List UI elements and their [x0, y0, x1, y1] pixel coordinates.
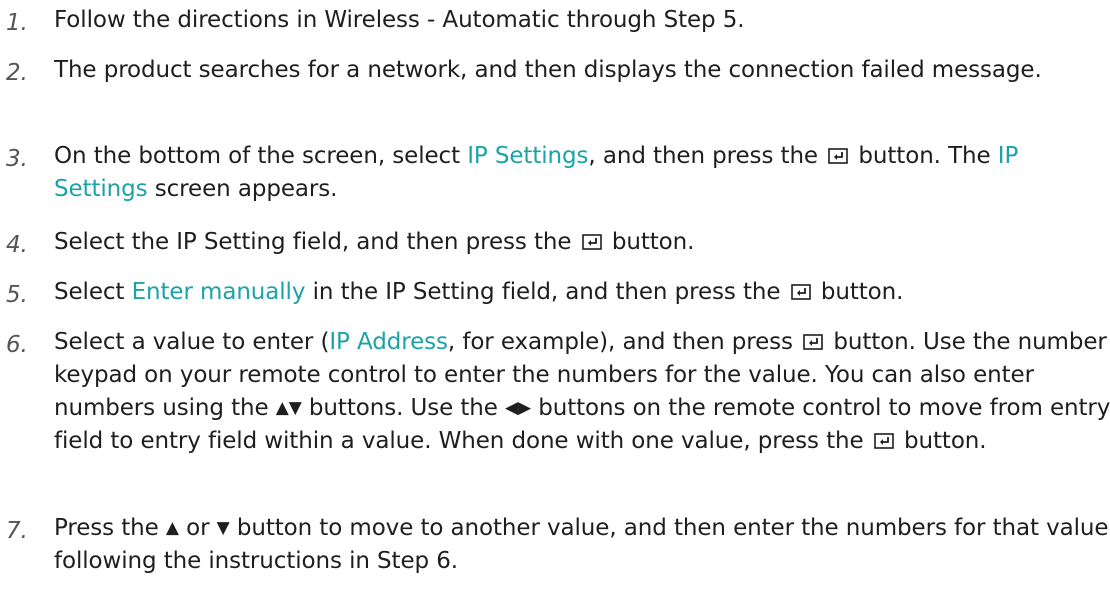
step-number: 3. — [6, 146, 28, 172]
highlight-term: IP Address — [329, 329, 448, 355]
down-arrow-icon: ▼ — [216, 518, 230, 538]
step-text: button. — [604, 229, 695, 255]
step-text: or — [178, 515, 217, 541]
step-text: On the bottom of the screen, select — [54, 143, 468, 169]
step-text: button. The — [851, 143, 998, 169]
step-text: screen appears. — [147, 176, 338, 202]
step-text: The product searches for a network, and … — [54, 57, 1042, 83]
step-number: 1. — [6, 10, 28, 36]
step-text: Select — [54, 279, 132, 305]
step-3: 3. On the bottom of the screen, select I… — [0, 140, 1110, 206]
step-text: button. — [896, 428, 987, 454]
step-4: 4. Select the IP Setting field, and then… — [0, 226, 694, 259]
up-down-arrows-icon: ▲▼ — [275, 398, 302, 418]
enter-button-icon — [581, 234, 602, 250]
step-text: Press the — [54, 515, 166, 541]
enter-button-icon — [873, 433, 894, 449]
step-number: 2. — [6, 60, 28, 86]
step-text: in the IP Setting field, and then press … — [305, 279, 788, 305]
highlight-term: Enter manually — [131, 279, 306, 305]
enter-button-icon — [803, 334, 823, 350]
enter-button-icon — [828, 148, 849, 164]
step-text: Select the IP Setting field, and then pr… — [54, 229, 579, 255]
highlight-term: IP Settings — [467, 143, 589, 169]
up-arrow-icon: ▲ — [165, 518, 179, 538]
step-number: 7. — [6, 518, 28, 544]
step-text: Follow the directions in Wireless - Auto… — [54, 7, 745, 33]
step-1: 1. Follow the directions in Wireless - A… — [0, 4, 745, 37]
step-text: button. — [813, 279, 904, 305]
step-number: 4. — [6, 232, 28, 258]
step-2: 2. The product searches for a network, a… — [0, 54, 1064, 87]
step-text: , for example), and then press — [447, 329, 801, 355]
step-5: 5. Select Enter manually in the IP Setti… — [0, 276, 903, 309]
step-number: 6. — [6, 332, 28, 358]
step-6: 6. Select a value to enter (IP Address, … — [0, 326, 1110, 458]
step-7: 7. Press the ▲ or ▼ button to move to an… — [0, 512, 1110, 578]
step-text: , and then press the — [588, 143, 826, 169]
left-right-arrows-icon: ◀▶ — [505, 398, 531, 418]
enter-button-icon — [790, 284, 811, 300]
step-text: buttons. Use the — [301, 395, 506, 421]
step-number: 5. — [6, 282, 28, 308]
step-text: Select a value to enter ( — [54, 329, 330, 355]
